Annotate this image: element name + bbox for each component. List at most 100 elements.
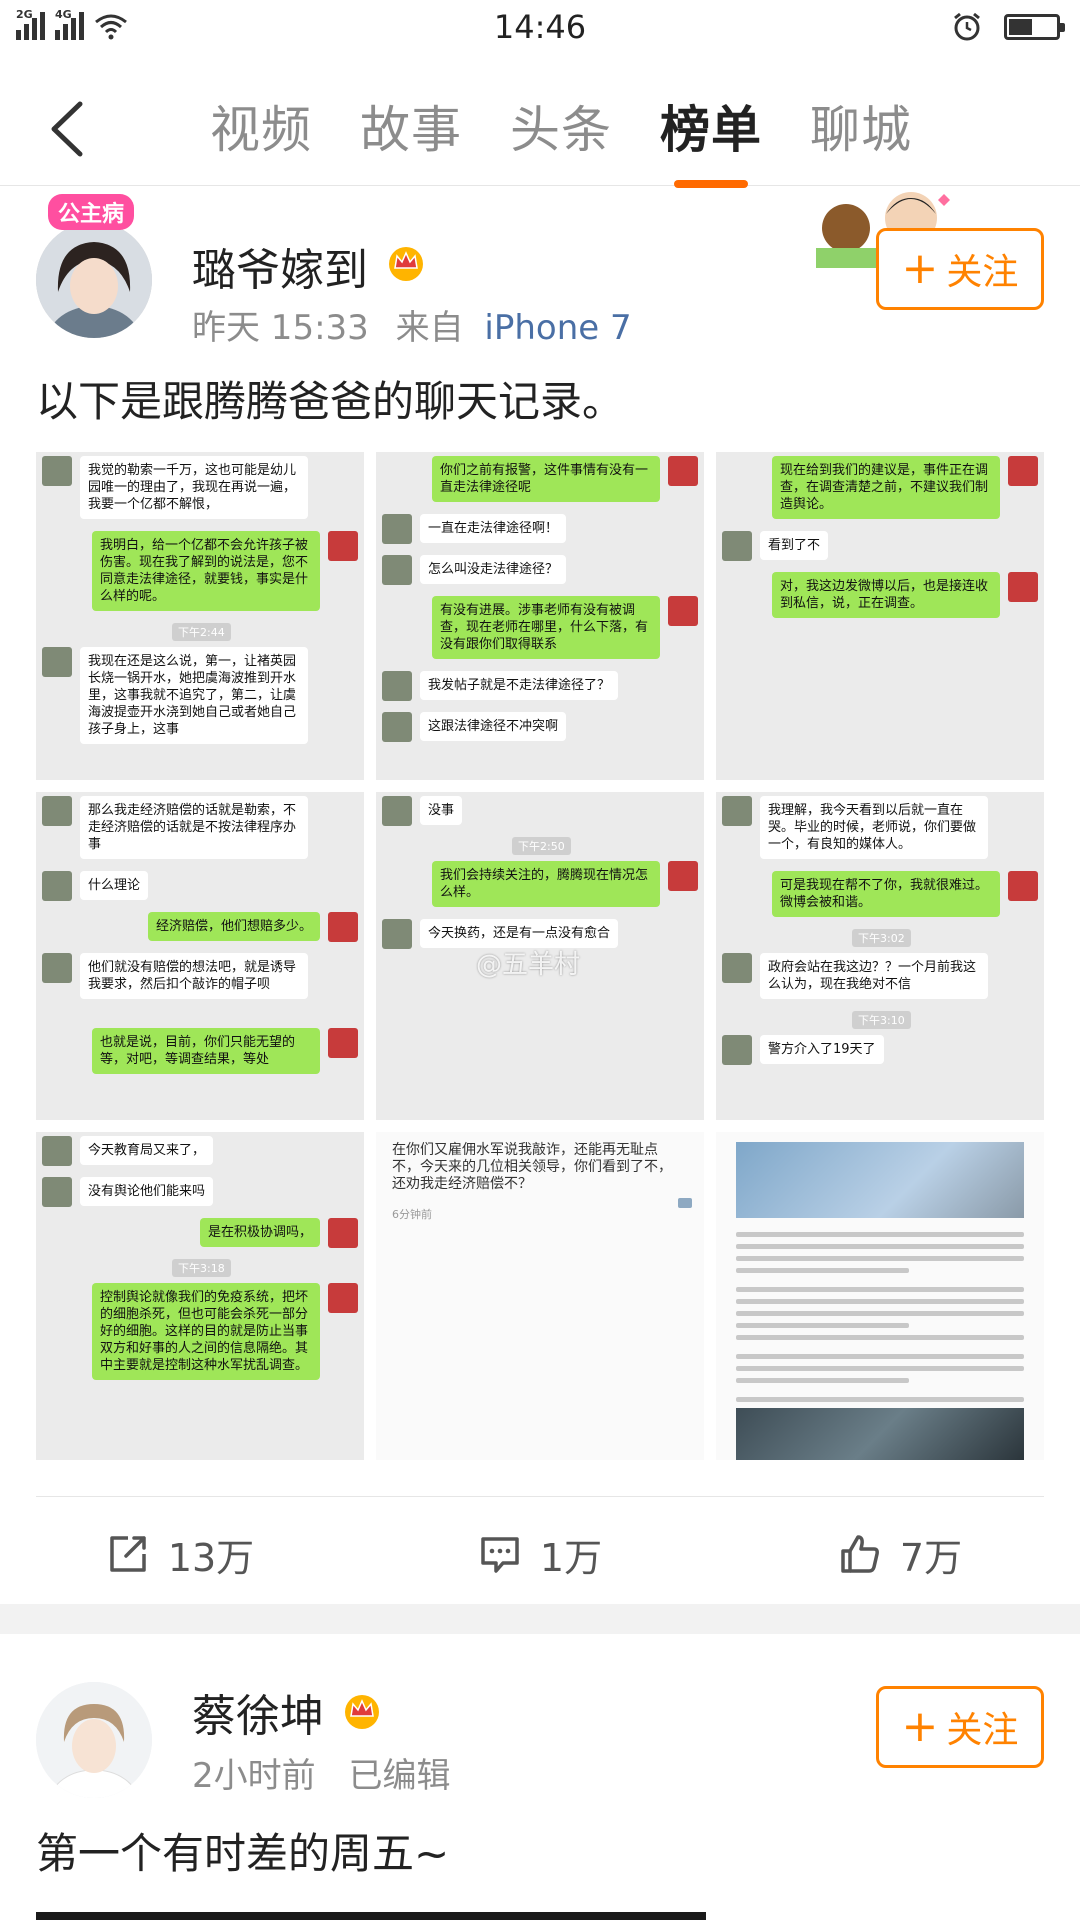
chat-avatar <box>382 919 412 949</box>
article-photo-2 <box>736 1408 1024 1460</box>
chat-bubble: 一直在走法律途径啊！ <box>420 514 567 543</box>
follow-button[interactable]: + 关注 <box>876 1686 1044 1768</box>
plus-icon: + <box>901 1701 939 1752</box>
post-meta: 2小时前 已编辑 <box>192 1748 450 1797</box>
chat-bubble: 我发帖子就是不走法律途径了？ <box>420 671 619 700</box>
chat-bubble: 没有舆论他们能来吗 <box>80 1177 214 1206</box>
chat-bubble: 我明白，给一个亿都不会允许孩子被伤害。现在我了解到的说法是，您不同意走法律途径，… <box>92 531 320 611</box>
chat-bubble: 怎么叫没走法律途径？ <box>420 555 567 584</box>
post-image-6[interactable]: 我理解，我今天看到以后就一直在哭。毕业的时候，老师说，你们要做一个，有良知的媒体… <box>716 792 1044 1120</box>
vip-crown-icon <box>389 247 423 281</box>
chat-bubble: 可是我现在帮不了你，我就很难过。微博会被和谐。 <box>772 871 1000 917</box>
article-text-lines <box>736 1232 1024 1433</box>
avatar-badge: 公主病 <box>48 194 135 230</box>
chat-avatar <box>42 1177 72 1207</box>
follow-label: 关注 <box>946 1710 1019 1751</box>
chat-avatar <box>328 531 358 561</box>
post-image-7[interactable]: 今天教育局又来了， 没有舆论他们能来吗 是在积极协调吗， 下午3:18 控制舆论就像我们… <box>36 1132 364 1460</box>
chat-bubble: 是在积极协调吗， <box>199 1218 320 1247</box>
post-image-4[interactable]: 那么我走经济赔偿的话就是勒索，不走经济赔偿的话就是不按法律程序办事 什么理论 经济赔… <box>36 792 364 1120</box>
repost-button[interactable]: 13万 <box>0 1510 360 1598</box>
chat-avatar <box>42 953 72 983</box>
chat-bubble: 他们就没有赔偿的想法吧，就是诱导我要求，然后扣个敲诈的帽子呗 <box>80 953 308 999</box>
plus-icon: + <box>901 243 939 294</box>
avatar-image <box>36 222 152 338</box>
status-right <box>952 12 1065 42</box>
tab-0[interactable]: 视频 <box>210 90 312 188</box>
article-photo <box>736 1142 1024 1218</box>
chat-avatar <box>42 1136 72 1166</box>
post-time: 2小时前 <box>192 1756 316 1796</box>
like-count: 7万 <box>899 1535 963 1580</box>
post-card-2: 蔡徐坤 2小时前 已编辑 + 关注 第一个有时差的周五~ <box>0 1634 1080 1920</box>
chat-bubble: 经济赔偿，他们想赔多少。 <box>147 912 320 941</box>
chat-avatar <box>668 596 698 626</box>
comment-count: 1万 <box>539 1535 603 1580</box>
comment-button[interactable]: 1万 <box>360 1510 720 1598</box>
post-image-2[interactable]: 你们之前有报警，这件事情有没有一直走法律途径呢一直在走法律途径啊！ 怎么叫没走法律… <box>376 452 704 780</box>
doc-text: 在你们又雇佣水军说我敲诈，还能再无耻点不，今天来的几位相关领导，你们看到了不，还… <box>392 1142 672 1192</box>
chat-avatar <box>382 796 412 826</box>
divider <box>36 1496 1044 1497</box>
chat-timestamp: 下午3:10 <box>852 1011 911 1029</box>
repost-icon <box>110 1536 146 1572</box>
edited-label: 已编辑 <box>348 1756 451 1796</box>
tab-1[interactable]: 故事 <box>360 90 462 188</box>
chat-timestamp: 下午2:50 <box>512 837 571 855</box>
post-meta: 昨天 15:33 来自 iPhone 7 <box>192 300 632 349</box>
chat-avatar <box>42 456 72 486</box>
post-image-8[interactable]: 在你们又雇佣水军说我敲诈，还能再无耻点不，今天来的几位相关领导，你们看到了不，还… <box>376 1132 704 1460</box>
status-time: 14:46 <box>493 8 587 46</box>
chat-avatar <box>1008 572 1038 602</box>
follow-label: 关注 <box>946 252 1019 293</box>
battery-icon <box>1004 14 1065 40</box>
chat-avatar <box>668 861 698 891</box>
chat-avatar <box>722 953 752 983</box>
chat-timestamp: 下午2:44 <box>172 623 231 641</box>
doc-time: 6分钟前 <box>392 1208 432 1221</box>
post-media-preview[interactable] <box>36 1912 706 1920</box>
top-nav: 视频 故事 头条 榜单 聊城 <box>0 70 1080 188</box>
chat-bubble: 我们会持续关注的，腾腾现在情况怎么样。 <box>432 861 660 907</box>
tab-2[interactable]: 头条 <box>510 90 612 188</box>
action-bar: 13万 1万 7万 <box>0 1510 1080 1598</box>
watermark: @五羊村 <box>476 950 581 980</box>
post-image-9[interactable] <box>716 1132 1044 1460</box>
repost-count: 13万 <box>167 1535 255 1580</box>
chat-avatar <box>722 1035 752 1065</box>
chat-avatar <box>42 796 72 826</box>
chat-avatar <box>1008 456 1038 486</box>
chat-avatar <box>328 1283 358 1313</box>
comment-icon <box>481 1537 519 1573</box>
chat-avatar <box>382 514 412 544</box>
post-image-3[interactable]: 现在给到我们的建议是，事件正在调查，在调查清楚之前，不建议我们制造舆论。看到了不… <box>716 452 1044 780</box>
tab-4[interactable]: 聊城 <box>810 90 912 188</box>
chat-bubble: 你们之前有报警，这件事情有没有一直走法律途径呢 <box>432 456 660 502</box>
post-image-1[interactable]: 我觉的勒索一千万，这也可能是幼儿园唯一的理由了，我现在再说一遍，我要一个亿都不解… <box>36 452 364 780</box>
back-arrow-icon[interactable] <box>40 94 100 164</box>
chat-timestamp: 下午3:18 <box>172 1259 231 1277</box>
avatar[interactable] <box>36 1682 152 1798</box>
chat-avatar <box>42 647 72 677</box>
chat-bubble: 那么我走经济赔偿的话就是勒索，不走经济赔偿的话就是不按法律程序办事 <box>80 796 308 859</box>
post-text: 以下是跟腾腾爸爸的聊天记录。 <box>36 377 625 426</box>
chat-bubble: 对，我这边发微博以后，也是接连收到私信，说，正在调查。 <box>772 572 1000 618</box>
chat-avatar <box>328 1218 358 1248</box>
post-source[interactable]: iPhone 7 <box>484 308 631 348</box>
avatar-image <box>36 1682 152 1798</box>
like-button[interactable]: 7万 <box>720 1510 1080 1598</box>
feed-separator <box>0 1604 1080 1634</box>
chat-avatar <box>722 531 752 561</box>
avatar[interactable] <box>36 222 152 338</box>
chat-avatar <box>382 555 412 585</box>
chat-bubble: 现在给到我们的建议是，事件正在调查，在调查清楚之前，不建议我们制造舆论。 <box>772 456 1000 519</box>
source-prefix: 来自 <box>395 308 464 348</box>
chat-avatar <box>668 456 698 486</box>
chat-bubble: 看到了不 <box>760 531 829 560</box>
post-username[interactable]: 璐爷嫁到 <box>192 234 368 298</box>
follow-button[interactable]: + 关注 <box>876 228 1044 310</box>
keyboard-icon <box>678 1198 692 1208</box>
chat-bubble: 政府会站在我这边？？一个月前我这么认为，现在我绝对不信 <box>760 953 988 999</box>
post-username[interactable]: 蔡徐坤 <box>192 1680 324 1744</box>
tab-3[interactable]: 榜单 <box>660 90 762 188</box>
